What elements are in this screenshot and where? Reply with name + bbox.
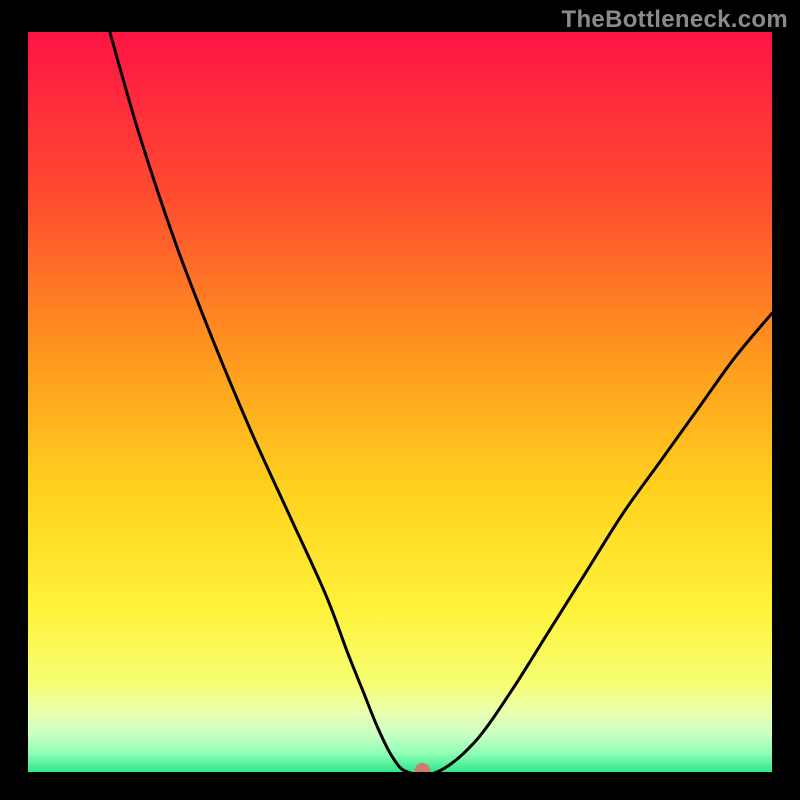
plot-area	[28, 32, 772, 772]
plot-svg	[28, 32, 772, 772]
watermark-text: TheBottleneck.com	[562, 6, 788, 34]
chart-frame: TheBottleneck.com	[0, 0, 800, 800]
gradient-background	[28, 32, 772, 772]
